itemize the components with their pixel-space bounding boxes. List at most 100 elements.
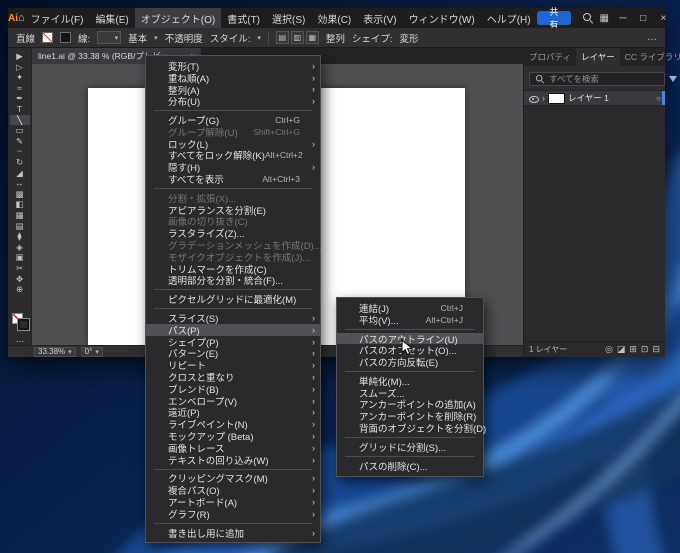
close-button[interactable]: × xyxy=(653,8,673,28)
shaper-tool[interactable]: ~ xyxy=(10,146,30,157)
edit-toolbar-icon[interactable]: … xyxy=(16,334,25,344)
menu-view[interactable]: 表示(V) xyxy=(357,8,402,28)
opacity-label[interactable]: 不透明度 xyxy=(165,31,203,45)
share-button[interactable]: 共有 xyxy=(536,7,572,30)
object-menu-item[interactable]: テキストの回り込み(W) › xyxy=(146,454,320,467)
path-submenu-item[interactable]: 平均(V)... Alt+Ctrl+J › xyxy=(337,314,483,327)
stroke-swatch[interactable] xyxy=(17,319,29,330)
hand-tool[interactable]: ✥ xyxy=(10,273,30,284)
menu-item-shortcut: Alt+Ctrl+3 xyxy=(262,174,300,185)
menu-item-label: テキストの回り込み(W) xyxy=(168,455,269,467)
type-tool[interactable]: T xyxy=(10,104,30,115)
zoom-level-dropdown[interactable]: 33.38% ▾ xyxy=(34,346,76,357)
workspace-switcher-icon[interactable]: ▦ xyxy=(596,8,613,28)
layer-thumbnail xyxy=(548,92,565,104)
menu-select[interactable]: 選択(S) xyxy=(266,8,311,28)
submenu-arrow-icon: › xyxy=(312,360,315,371)
transform-label[interactable]: 変形 xyxy=(400,31,419,45)
stroke-color-swatch[interactable] xyxy=(60,32,72,43)
pen-tool[interactable]: ✒ xyxy=(10,93,30,104)
artboard-tool[interactable]: ▣ xyxy=(10,252,30,263)
free-transform-tool[interactable]: ▩ xyxy=(10,189,30,200)
search-box[interactable] xyxy=(529,72,665,86)
mesh-tool[interactable]: ▦ xyxy=(10,210,30,221)
tab-cc-libraries[interactable]: CC ライブラリ xyxy=(620,48,680,66)
blend-tool[interactable]: ◈ xyxy=(10,242,30,253)
menu-edit[interactable]: 編集(E) xyxy=(89,8,134,28)
locate-object-icon[interactable]: ◎ xyxy=(605,344,613,355)
layers-search-input[interactable] xyxy=(549,74,660,84)
minimize-button[interactable]: ─ xyxy=(613,8,633,28)
rotate-tool[interactable]: ↻ xyxy=(10,157,30,168)
direct-selection-tool[interactable]: ▷ xyxy=(10,62,30,73)
menu-help[interactable]: ヘルプ(H) xyxy=(481,8,537,28)
menu-separator xyxy=(154,289,312,291)
style-label[interactable]: スタイル: xyxy=(210,31,251,45)
magic-wand-tool[interactable]: ✦ xyxy=(10,72,30,83)
menu-separator xyxy=(154,308,312,310)
divider xyxy=(267,30,269,45)
menu-object[interactable]: オブジェクト(O) xyxy=(134,8,222,28)
search-icon[interactable] xyxy=(579,8,596,28)
rotation-dropdown[interactable]: 0° ▾ xyxy=(80,346,103,357)
horizontal-align-icon[interactable]: ▤ xyxy=(275,31,289,44)
new-layer-icon[interactable]: ⊡ xyxy=(641,344,649,355)
layer-target-icon[interactable]: ○ xyxy=(656,94,661,103)
gradient-tool[interactable]: ▤ xyxy=(10,221,30,232)
rectangle-tool[interactable]: ▭ xyxy=(10,125,30,136)
lasso-tool[interactable]: ≈ xyxy=(10,83,30,94)
eyedropper-tool[interactable]: ⧫ xyxy=(10,231,30,242)
menu-type[interactable]: 書式(T) xyxy=(221,8,266,28)
submenu-arrow-icon: › xyxy=(312,407,315,418)
maximize-button[interactable]: □ xyxy=(633,8,653,28)
filter-funnel-icon[interactable] xyxy=(669,76,677,82)
scale-tool[interactable]: ◢ xyxy=(10,168,30,179)
object-menu-item[interactable]: すべてを表示 Alt+Ctrl+3 › xyxy=(146,173,320,187)
zoom-tool[interactable]: ⊕ xyxy=(10,284,30,295)
menu-separator xyxy=(154,110,312,112)
shape-builder-tool[interactable]: ◧ xyxy=(10,199,30,210)
visibility-eye-icon[interactable] xyxy=(528,94,539,103)
fill-stroke-indicator[interactable] xyxy=(11,313,29,330)
stroke-weight-dropdown[interactable]: ▾ xyxy=(97,31,122,44)
menu-item-label: グリッドに分割(S)... xyxy=(359,442,447,454)
submenu-arrow-icon: › xyxy=(312,84,315,95)
path-submenu-item[interactable]: パスの削除(C)... › xyxy=(337,460,483,473)
layer-row-1[interactable]: › レイヤー 1 ○ xyxy=(524,90,665,106)
new-sublayer-icon[interactable]: ⊞ xyxy=(629,344,637,355)
layer-expand-icon[interactable]: › xyxy=(542,93,545,103)
paintbrush-tool[interactable]: ✎ xyxy=(10,136,30,147)
slice-tool[interactable]: ✂ xyxy=(10,263,30,274)
menu-window[interactable]: ウィンドウ(W) xyxy=(403,8,481,28)
selection-tool[interactable]: ▶ xyxy=(10,51,30,62)
path-submenu-item[interactable]: パスの方向反転(E) › xyxy=(337,356,483,369)
control-bar-overflow-icon[interactable]: … xyxy=(647,32,657,43)
tool-glyph: ⧫ xyxy=(17,231,22,242)
right-panel: プロパティ レイヤー CC ライブラリ » xyxy=(523,48,680,357)
menu-effect[interactable]: 効果(C) xyxy=(311,8,357,28)
line-segment-tool[interactable]: ╲ xyxy=(9,114,30,126)
home-icon[interactable]: ⌂ xyxy=(18,12,25,24)
path-submenu-item[interactable]: グリッドに分割(S)... › xyxy=(337,441,483,454)
vertical-align-icon[interactable]: ▥ xyxy=(290,31,304,44)
object-menu-item[interactable]: 書き出し用に追加 › xyxy=(146,527,320,540)
object-menu-item[interactable]: 透明部分を分割・統合(F)... › xyxy=(146,275,320,287)
menu-file[interactable]: ファイル(F) xyxy=(25,8,90,28)
make-clipping-mask-icon[interactable]: ◪ xyxy=(617,344,626,355)
menu-item-label: すべてを表示 xyxy=(168,175,224,187)
tab-properties[interactable]: プロパティ xyxy=(524,48,576,66)
menu-item-label: ピクセルグリッドに最適化(M) xyxy=(168,295,297,307)
path-submenu-item[interactable]: 背面のオブジェクトを分割(D) › xyxy=(337,422,486,435)
brush-definition-dropdown[interactable]: 基本 xyxy=(128,31,147,45)
tab-layers[interactable]: レイヤー xyxy=(576,48,620,66)
delete-selection-icon[interactable]: ⊟ xyxy=(652,344,660,355)
width-tool[interactable]: ↔ xyxy=(10,178,30,189)
object-menu-item[interactable]: ピクセルグリッドに最適化(M) › xyxy=(146,293,320,307)
footer-icon-glyph: ⊟ xyxy=(652,344,660,354)
layer-name[interactable]: レイヤー 1 xyxy=(568,92,653,104)
distribute-icon[interactable]: ▦ xyxy=(305,31,319,44)
fill-none-swatch[interactable] xyxy=(42,32,54,43)
object-menu-item[interactable]: グラフ(R) › xyxy=(146,508,320,521)
tool-glyph: ✒ xyxy=(15,93,24,104)
object-menu-item[interactable]: 分布(U) › xyxy=(146,95,320,108)
